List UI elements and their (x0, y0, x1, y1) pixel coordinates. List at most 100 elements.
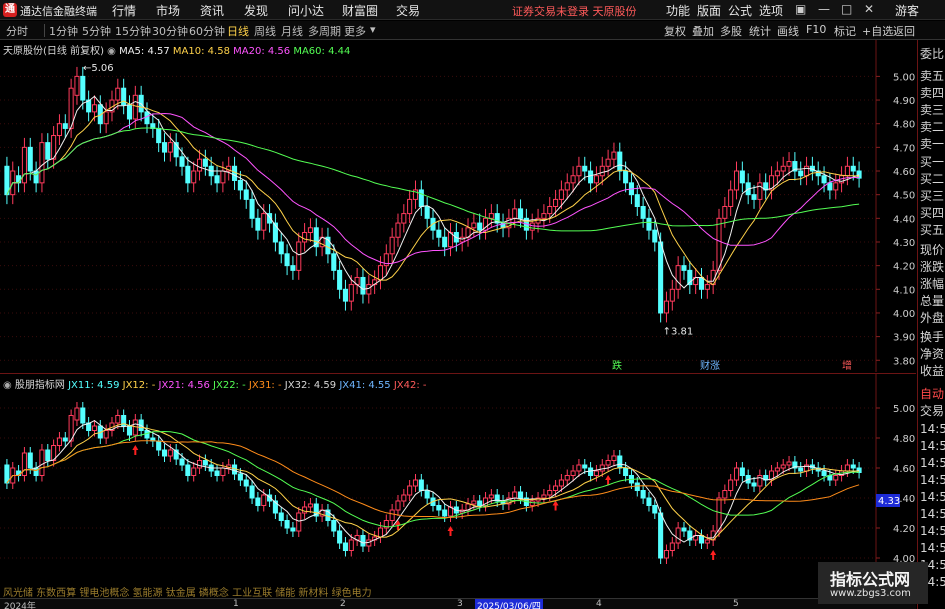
price-chart[interactable]: 5.00 4.90 4.80 4.70 4.60 4.50 4.40 4.30 4.20 4.10… (0, 40, 916, 372)
quote-panel: 委比 卖五 卖四 卖三 卖二 卖一 买一 买二 买三 买四 买五 现价 涨跌 涨… (917, 40, 945, 609)
quote-outer: 外盘 (920, 311, 945, 325)
candle (91, 104, 98, 113)
menu-hangqing[interactable]: 行情 (112, 2, 136, 19)
period-monthly[interactable]: 月线 (281, 23, 303, 39)
menu-xuanxiang[interactable]: 选项 (759, 2, 783, 19)
candle (780, 165, 786, 172)
candle (553, 485, 559, 491)
y-tick-label: 4.90 (893, 96, 915, 107)
candle (232, 165, 238, 181)
candle (418, 189, 424, 207)
menu-jiaoyi[interactable]: 交易 (396, 2, 420, 19)
menu-zixun[interactable]: 资讯 (200, 2, 224, 19)
user-label[interactable]: 游客 (895, 2, 919, 19)
candle (284, 253, 290, 267)
price-chart-canvas[interactable]: 5.00 4.90 4.80 4.70 4.60 4.50 4.40 4.30 4.20 4.10… (0, 40, 916, 372)
quote-netasset: 净资 (920, 347, 945, 361)
close-icon[interactable]: ✕ (864, 2, 874, 16)
candle (290, 265, 296, 271)
indicator-chart[interactable]: 5.00 4.80 4.60 4.40 4.20 4.00 4.33 ◉ 股朋指标网 JX1… (0, 373, 916, 599)
tool-huaxian[interactable]: 画线 (777, 23, 799, 39)
indicator-toggle-icon[interactable]: ◉ (3, 380, 15, 391)
time-axis[interactable]: 2024年 1 2 3 2025/03/06/四 4 5 (0, 598, 916, 609)
quote-volume: 总量 (920, 294, 945, 308)
candle (640, 206, 646, 219)
candle (255, 497, 261, 506)
legend-toggle-icon[interactable]: ◉ (107, 46, 119, 57)
tick-time: 14:56 (920, 524, 945, 538)
candle (237, 473, 243, 481)
y-tick-label: 4.50 (893, 191, 915, 202)
candle (599, 165, 605, 177)
menu-faxian[interactable]: 发现 (244, 2, 268, 19)
candle (833, 182, 839, 191)
maximize-icon[interactable]: □ (841, 2, 852, 16)
tool-f10[interactable]: F10 (806, 23, 826, 36)
app-name: 通达信金融终端 (20, 5, 97, 18)
candle (185, 464, 191, 476)
indicator-chart-canvas[interactable]: 5.004.804.604.404.204.004.33 (0, 374, 916, 599)
candle (45, 449, 51, 461)
period-1min[interactable]: 1分钟 (49, 23, 78, 39)
trade-auto[interactable]: 自动 (920, 385, 944, 402)
y-tick-label: 5.00 (893, 72, 915, 83)
buy-arrow-icon (132, 445, 139, 455)
period-5min[interactable]: 5分钟 (82, 23, 111, 39)
period-daily[interactable]: 日线 (227, 23, 249, 39)
quote-sell4: 卖四 (920, 86, 945, 100)
tool-back[interactable]: 返回 (893, 23, 915, 39)
login-notice[interactable]: 证券交易未登录 天原股份 (512, 3, 637, 19)
trade-label[interactable]: 交易 (920, 402, 944, 419)
menu-wenxiaoda[interactable]: 问小达 (288, 2, 324, 19)
tool-add-watchlist[interactable]: +自选 (862, 23, 893, 39)
tool-fuquan[interactable]: 复权 (664, 23, 686, 39)
jx41-value: JX41: 4.55 (339, 380, 391, 391)
period-more[interactable]: 更多 (344, 23, 366, 39)
menu-shichang[interactable]: 市场 (156, 2, 180, 19)
period-fenshi[interactable]: 分时 (6, 23, 28, 39)
quote-sell2: 卖二 (920, 120, 945, 134)
candle (582, 464, 588, 469)
candle (132, 419, 138, 436)
tool-tongji[interactable]: 统计 (749, 23, 771, 39)
ma20-value: MA20: 4.56 (233, 46, 291, 57)
candle (646, 497, 652, 506)
skin-icon[interactable]: ▣ (795, 2, 806, 16)
candle (115, 415, 121, 424)
quote-change: 涨跌 (920, 260, 945, 274)
tool-duogu[interactable]: 多股 (720, 23, 742, 39)
more-chevron-icon[interactable]: ▾ (370, 23, 376, 36)
candle (331, 520, 337, 532)
candle (377, 265, 384, 281)
period-60min[interactable]: 60分钟 (189, 23, 225, 39)
candle (407, 485, 413, 496)
period-30min[interactable]: 30分钟 (152, 23, 188, 39)
menu-gongshi[interactable]: 公式 (728, 2, 752, 19)
minimize-icon[interactable]: — (818, 2, 830, 16)
concept-tags[interactable]: 风光储 东数西算 锂电池概念 氢能源 钛金属 磷概念 工业互联 储能 新材料 绿… (3, 584, 372, 599)
tool-biaoji[interactable]: 标记 (834, 23, 856, 39)
indicator-title[interactable]: 股朋指标网 (15, 380, 65, 391)
menu-gongneng[interactable]: 功能 (666, 2, 690, 19)
buy-arrow-icon (605, 475, 612, 485)
candle (302, 506, 308, 514)
tick-time: 14:56 (920, 439, 945, 453)
tool-diejia[interactable]: 叠加 (692, 23, 714, 39)
candle (541, 494, 547, 499)
y-tick-label: 3.80 (893, 356, 915, 367)
period-multi[interactable]: 多周期 (308, 23, 341, 39)
candle (307, 503, 313, 508)
menu-caifuquan[interactable]: 财富圈 (342, 2, 378, 19)
period-weekly[interactable]: 周线 (254, 23, 276, 39)
candle (588, 170, 594, 184)
y-tick-label: 4.30 (893, 238, 915, 249)
menu-banmian[interactable]: 版面 (697, 2, 721, 19)
candle (167, 142, 173, 153)
candle (704, 539, 710, 544)
quote-sell1: 卖一 (920, 137, 945, 151)
period-15min[interactable]: 15分钟 (115, 23, 151, 39)
candle (599, 464, 605, 472)
candle (646, 217, 652, 231)
candle (302, 232, 308, 243)
candle (39, 449, 45, 476)
